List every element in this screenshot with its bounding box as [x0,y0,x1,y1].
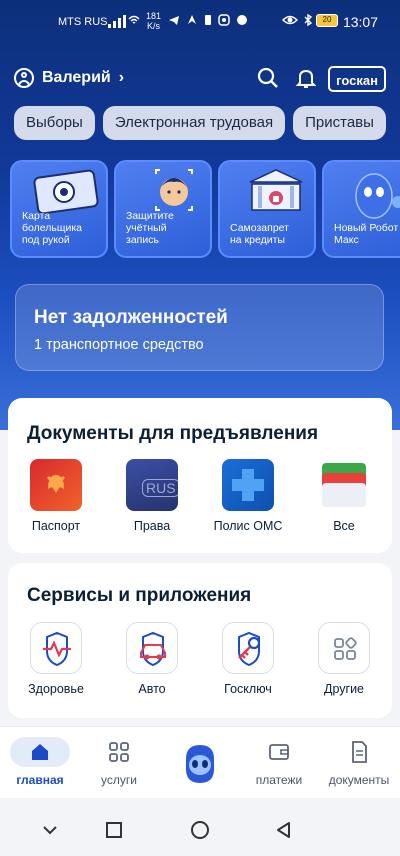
telegram-icon [169,16,179,25]
bank-building-icon [249,169,303,211]
document-label: Полис ОМС [213,519,283,533]
status-bar: MTS RUS 181 K/s 20 13:07 [0,0,400,44]
debt-status-card[interactable]: Нет задолженностей 1 транспортное средст… [15,284,384,371]
app-icon [218,14,230,26]
bluetooth-icon [304,14,313,26]
grid-icon [318,622,370,674]
robot-icon[interactable] [178,741,222,785]
service-goskey[interactable]: Госключ [200,622,296,696]
promo-card-label: Самозапрет на кредиты [230,222,289,246]
nav-home[interactable]: главная [0,737,80,787]
car-icon [126,622,178,674]
license-badge: RUS [142,479,178,497]
document-label: Все [333,519,355,533]
search-icon[interactable] [256,66,280,90]
chevron-down-icon[interactable] [40,820,60,840]
profile-button[interactable]: Валерий › [14,68,124,88]
debt-title: Нет задолженностей [34,307,228,328]
document-oms[interactable]: Полис ОМС [200,459,296,533]
home-icon [10,737,70,767]
navigation-icon [188,15,196,24]
promo-card-protect-account[interactable]: Защитите учётный запись [114,160,212,258]
chevron-right-icon: › [118,69,125,86]
battery-indicator: 20 [316,14,338,27]
wallet-icon [264,737,294,767]
debt-subtitle: 1 транспортное средство [34,337,204,353]
chip-work-record[interactable]: Электронная трудовая [102,106,286,140]
license-icon: RUS [126,459,178,511]
nav-documents[interactable]: документы [319,737,399,787]
nav-services[interactable]: услуги [79,737,159,787]
nav-label: документы [328,773,390,787]
nav-label: главная [16,773,64,787]
document-icon [344,737,374,767]
header: Валерий › госкан [14,62,386,96]
promo-card-label: Новый Робот Макс [334,222,399,246]
net-speed-value: 181 [146,11,162,21]
services-icon [104,737,134,767]
clock: 13:07 [342,14,378,30]
notification-dot-icon [237,15,247,25]
quick-chips: Выборы Электронная трудовая Приставы [14,106,386,140]
service-label: Госключ [224,682,272,696]
promo-card-credit-ban[interactable]: Самозапрет на кредиты [218,160,316,258]
user-icon [14,68,34,88]
user-name: Валерий [42,69,111,86]
net-speed-unit: K/s [147,21,161,31]
robot-mascot-icon [355,173,400,219]
eye-icon [282,15,298,25]
nav-payments[interactable]: платежи [239,737,319,787]
back-icon[interactable] [274,820,294,840]
passport-icon [30,459,82,511]
document-license[interactable]: RUS Права [104,459,200,533]
documents-title: Документы для предъявления [27,423,319,444]
promo-card-fan-id[interactable]: Карта болельщика под рукой [10,160,108,258]
chip-elections[interactable]: Выборы [14,106,95,140]
services-panel: Сервисы и приложения Здоровье Авто Госкл… [8,563,392,718]
documents-grid: Паспорт RUS Права Полис ОМС Все [8,459,392,533]
net-speed: 181 K/s [146,11,161,31]
services-title: Сервисы и приложения [27,585,252,606]
services-grid: Здоровье Авто Госключ Другие [8,622,392,696]
service-health[interactable]: Здоровье [8,622,104,696]
service-label: Авто [138,682,166,696]
all-documents-icon [318,459,370,511]
sim-icon [205,15,211,25]
signal-icon [108,14,126,28]
home-circle-icon[interactable] [190,820,210,840]
promo-card-label: Карта болельщика под рукой [22,210,83,246]
service-auto[interactable]: Авто [104,622,200,696]
chip-bailiffs[interactable]: Приставы [293,106,386,140]
service-other[interactable]: Другие [296,622,392,696]
wifi-icon [128,15,140,24]
document-all[interactable]: Все [296,459,392,533]
key-icon [222,622,274,674]
recent-apps-icon[interactable] [104,820,124,840]
document-label: Паспорт [31,519,81,533]
promo-card-robot-max[interactable]: Новый Робот Макс [322,160,400,258]
oms-icon [222,459,274,511]
documents-panel: Документы для предъявления Паспорт RUS П… [8,398,392,553]
promo-card-label: Защитите учётный запись [126,210,174,246]
operator-name: MTS RUS [58,16,108,28]
bell-icon[interactable] [294,66,318,90]
scan-button[interactable]: госкан [328,66,386,92]
nav-label: платежи [255,773,303,787]
service-label: Здоровье [28,682,84,696]
promo-cards: Карта болельщика под рукой Защитите учёт… [10,160,400,258]
service-label: Другие [323,682,365,696]
system-nav-bar [0,798,400,856]
document-label: Права [133,519,171,533]
bottom-nav: главная услуги платежи документы [0,726,400,798]
health-icon [30,622,82,674]
document-passport[interactable]: Паспорт [8,459,104,533]
nav-label: услуги [101,773,137,787]
